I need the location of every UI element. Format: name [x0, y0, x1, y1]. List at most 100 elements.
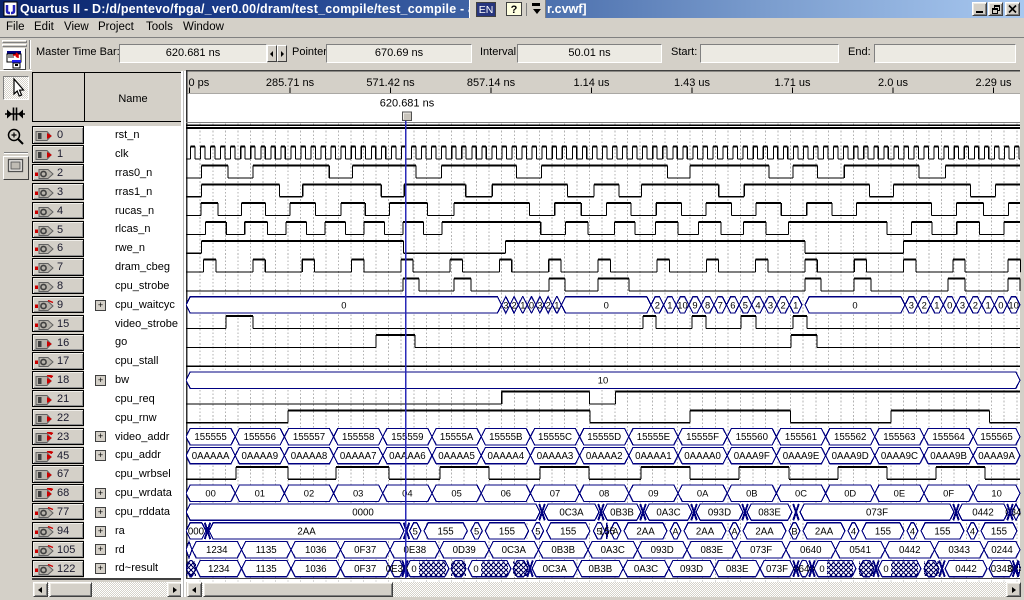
svg-text:0A3C: 0A3C: [634, 564, 658, 575]
svg-text:5: 5: [535, 525, 540, 536]
svg-text:0A3C: 0A3C: [656, 508, 680, 519]
svg-text:2: 2: [780, 299, 785, 310]
svg-text:15555E: 15555E: [637, 432, 671, 443]
svg-text:0AAA9B: 0AAA9B: [930, 451, 967, 462]
svg-text:3: 3: [768, 299, 773, 310]
svg-text:2.29 us: 2.29 us: [975, 77, 1012, 89]
svg-text:0: 0: [947, 299, 952, 310]
svg-text:0AAAA1: 0AAAA1: [635, 451, 672, 462]
svg-text:0AAAA9: 0AAAA9: [241, 451, 278, 462]
svg-text:4: 4: [970, 525, 975, 536]
svg-text:0F37: 0F37: [354, 564, 376, 575]
svg-text:1234: 1234: [208, 564, 230, 575]
svg-text:0: 0: [529, 299, 534, 310]
svg-text:0F: 0F: [943, 488, 954, 499]
svg-text:4: 4: [910, 525, 915, 536]
svg-text:1234: 1234: [206, 545, 228, 556]
svg-text:15555B: 15555B: [489, 432, 522, 443]
svg-text:7: 7: [718, 299, 723, 310]
svg-text:073F: 073F: [750, 545, 772, 556]
svg-text:083E: 083E: [758, 508, 781, 519]
svg-text:155564: 155564: [932, 432, 965, 443]
svg-text:155559: 155559: [391, 432, 423, 443]
svg-text:0B: 0B: [746, 488, 757, 499]
svg-text:1: 1: [934, 299, 939, 310]
svg-text:0AAA9A: 0AAA9A: [978, 451, 1015, 462]
svg-text:1: 1: [793, 299, 798, 310]
svg-text:0A: 0A: [697, 488, 709, 499]
svg-text:0541: 0541: [849, 545, 871, 556]
svg-text:0AAAA8: 0AAAA8: [291, 451, 328, 462]
svg-text:073F: 073F: [866, 508, 888, 519]
svg-text:1: 1: [985, 299, 990, 310]
svg-text:0: 0: [341, 299, 346, 310]
svg-text:0343: 0343: [948, 545, 970, 556]
svg-text:1: 1: [554, 299, 559, 310]
svg-text:155: 155: [991, 526, 1007, 537]
svg-text:2AA: 2AA: [636, 526, 655, 537]
svg-text:0: 0: [604, 299, 609, 310]
svg-text:2: 2: [922, 299, 927, 310]
svg-text:0AAA9C: 0AAA9C: [881, 451, 918, 462]
svg-text:0F37: 0F37: [354, 545, 376, 556]
svg-text:09: 09: [648, 488, 658, 499]
svg-text:1135: 1135: [256, 564, 277, 575]
svg-text:1.71 us: 1.71 us: [774, 77, 811, 89]
svg-text:0AAAAA: 0AAAAA: [192, 451, 230, 462]
svg-text:02: 02: [304, 488, 314, 499]
svg-text:2AA: 2AA: [696, 526, 715, 537]
svg-text:0 ps: 0 ps: [189, 77, 210, 89]
svg-text:0B3B: 0B3B: [589, 564, 613, 575]
svg-text:155555: 155555: [194, 432, 226, 443]
svg-text:0C: 0C: [795, 488, 807, 499]
svg-text:155557: 155557: [293, 432, 325, 443]
svg-text:0AAAA5: 0AAAA5: [438, 451, 475, 462]
svg-text:2AA: 2AA: [755, 526, 774, 537]
svg-text:10: 10: [1008, 299, 1018, 310]
svg-text:10: 10: [677, 299, 687, 310]
svg-text:1135: 1135: [256, 545, 277, 556]
svg-text:A: A: [731, 525, 738, 536]
svg-text:0AAAA0: 0AAAA0: [684, 451, 721, 462]
svg-text:0AAAA4: 0AAAA4: [487, 451, 524, 462]
svg-text:083E: 083E: [726, 564, 749, 575]
svg-text:A: A: [612, 525, 619, 536]
svg-text:2: 2: [973, 299, 978, 310]
svg-text:2: 2: [511, 299, 516, 310]
svg-text:0AAAA7: 0AAAA7: [340, 451, 377, 462]
svg-text:620.681 ns: 620.681 ns: [380, 98, 435, 110]
svg-text:0E: 0E: [894, 488, 905, 499]
svg-text:0AAA9E: 0AAA9E: [783, 451, 820, 462]
svg-text:2: 2: [655, 299, 660, 310]
svg-text:155556: 155556: [244, 432, 276, 443]
svg-text:?: ?: [511, 4, 518, 16]
svg-text:073F: 073F: [766, 564, 788, 575]
svg-text:0B3B: 0B3B: [551, 545, 575, 556]
svg-text:155: 155: [499, 526, 515, 537]
svg-text:0AAA9D: 0AAA9D: [832, 451, 869, 462]
svg-text:1: 1: [520, 299, 525, 310]
svg-text:0: 0: [473, 564, 478, 575]
svg-text:15555A: 15555A: [440, 432, 474, 443]
svg-text:3: 3: [537, 299, 542, 310]
svg-text:04: 04: [402, 488, 412, 499]
svg-text:10: 10: [991, 488, 1001, 499]
svg-text:155: 155: [560, 526, 576, 537]
svg-text:0C3A: 0C3A: [502, 545, 527, 556]
svg-text:0D39: 0D39: [453, 545, 476, 556]
svg-text:571.42 ns: 571.42 ns: [366, 77, 415, 89]
svg-text:0244: 0244: [991, 545, 1013, 556]
svg-text:6: 6: [730, 299, 735, 310]
svg-text:01: 01: [255, 488, 265, 499]
svg-text:1036: 1036: [305, 564, 327, 575]
svg-text:0: 0: [411, 564, 416, 575]
svg-text:10: 10: [598, 375, 608, 386]
svg-text:07: 07: [550, 488, 560, 499]
svg-text:15555F: 15555F: [686, 432, 719, 443]
svg-text:0C3A: 0C3A: [559, 508, 584, 519]
svg-text:03: 03: [353, 488, 363, 499]
svg-text:155: 155: [875, 526, 891, 537]
svg-text:000: 000: [188, 526, 205, 537]
svg-text:B: B: [791, 525, 797, 536]
svg-text:0B3B: 0B3B: [610, 508, 634, 519]
